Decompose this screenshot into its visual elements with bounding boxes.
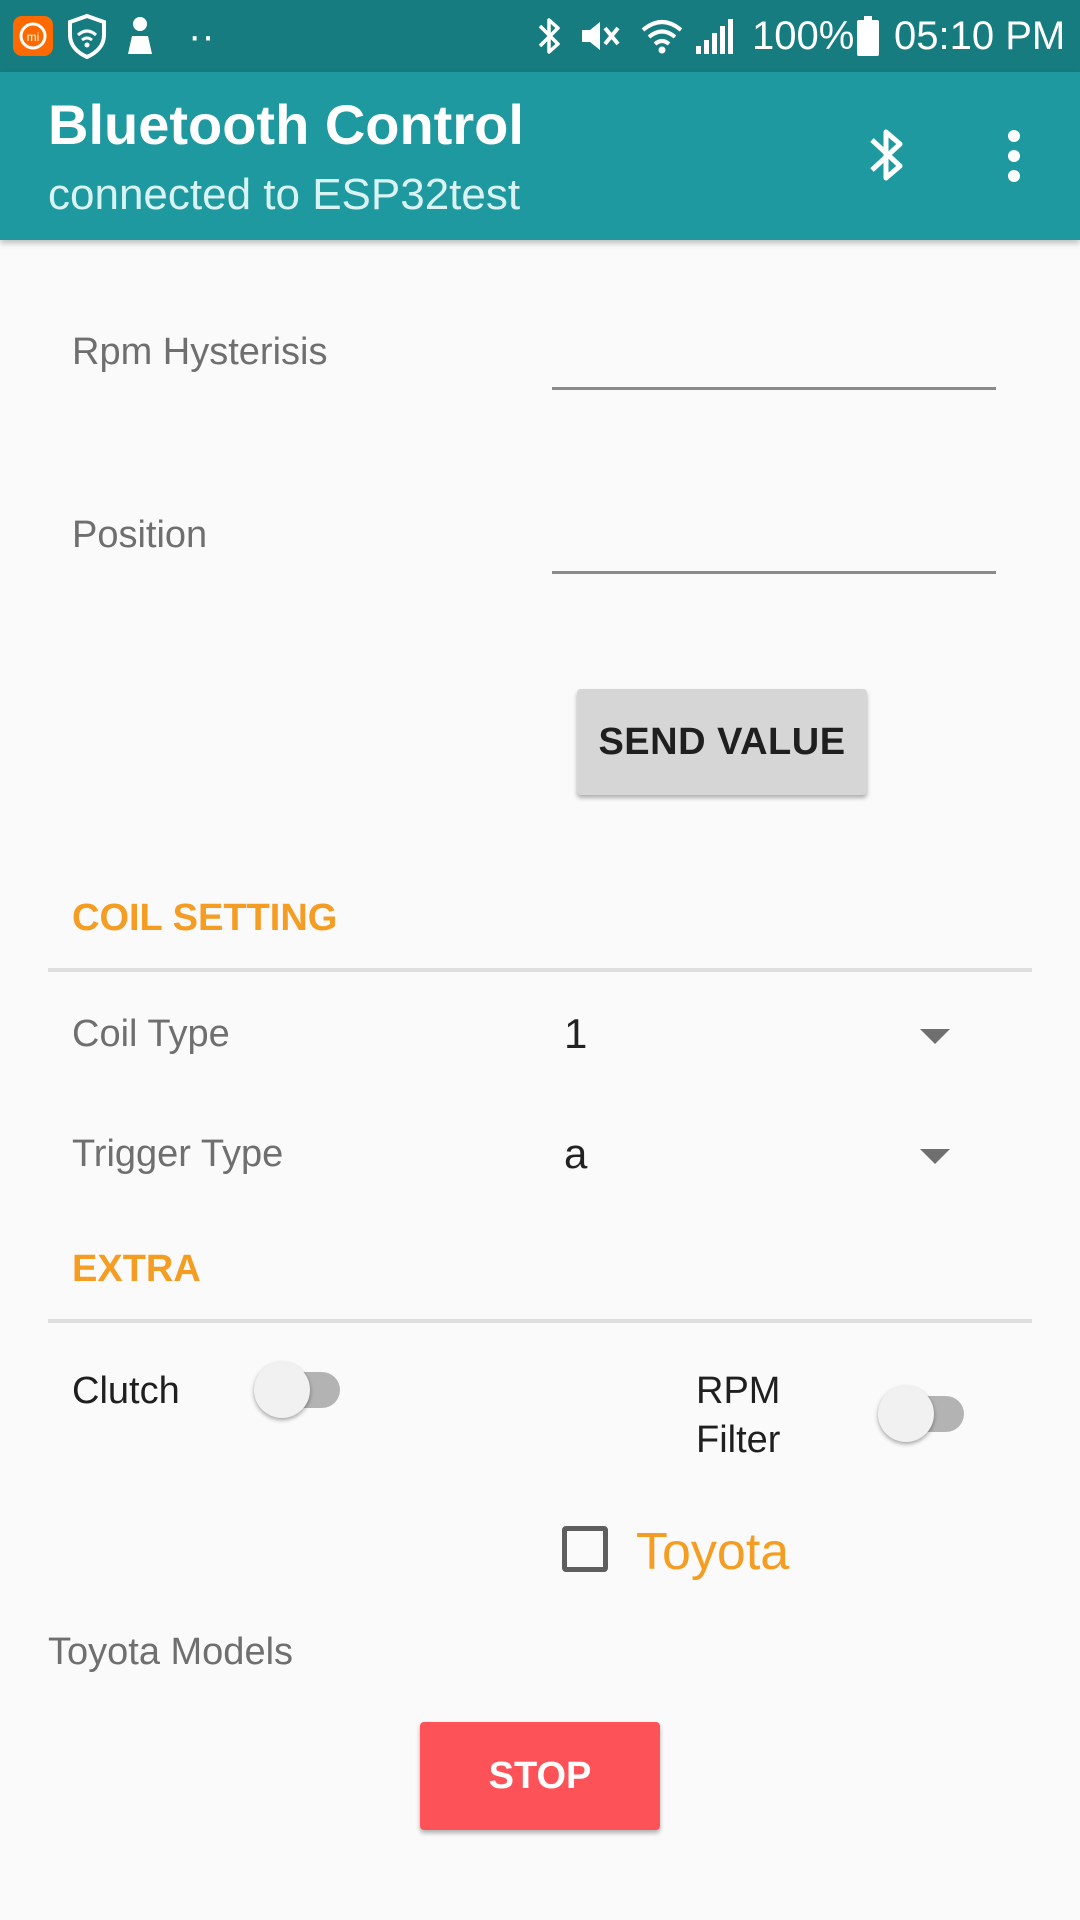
rpm-hysteresis-label: Rpm Hysterisis [72,331,328,373]
signal-icon [694,0,734,72]
clutch-label: Clutch [72,1370,180,1412]
trigger-type-label: Trigger Type [72,1133,284,1175]
extra-header: EXTRA [72,1248,201,1290]
position-label: Position [72,514,208,556]
bluetooth-icon [536,0,564,72]
svg-text:mi: mi [27,30,40,44]
position-underline [552,571,996,574]
rpm-filter-label-line1: RPM [696,1370,781,1412]
wifi-icon [640,0,684,72]
clutch-switch-thumb [254,1362,310,1418]
toyota-checkbox[interactable] [562,1526,608,1572]
rpm-filter-label: RPM Filter [696,1367,780,1465]
extra-divider [48,1319,1032,1323]
battery-percent: 100% [752,14,855,58]
position-input[interactable] [552,504,996,574]
more-vert-icon[interactable] [998,128,1030,189]
coil-type-label: Coil Type [72,1013,230,1055]
coil-setting-divider [48,968,1032,972]
clutch-switch[interactable] [252,1360,352,1422]
shield-wifi-icon [66,0,108,72]
chevron-down-icon [920,1149,950,1164]
mi-app-icon: mi [12,0,54,72]
rpm-hysteresis-input[interactable] [552,320,996,390]
mute-vibrate-icon [578,0,622,72]
trigger-type-spinner[interactable]: a [552,1116,972,1196]
trigger-type-value: a [564,1130,588,1177]
toyota-models-label: Toyota Models [48,1631,294,1673]
app-bar: Bluetooth Control connected to ESP32test [0,72,1080,240]
send-value-button[interactable]: SEND VALUE [577,689,867,795]
coil-type-spinner[interactable]: 1 [552,996,972,1076]
status-time: 05:10 PM [894,14,1066,58]
download-icon [122,0,158,72]
battery-icon [856,0,880,72]
stop-button[interactable]: STOP [420,1722,660,1830]
rpm-filter-label-line2: Filter [696,1419,781,1461]
status-bar: mi ·· 100% 05:10 PM [0,0,1080,72]
notification-dots: ·· [188,14,215,58]
rpm-filter-switch-thumb [878,1386,934,1442]
rpm-filter-switch[interactable] [876,1384,976,1446]
rpm-hysteresis-underline [552,387,996,390]
app-title: Bluetooth Control [48,93,524,156]
chevron-down-icon [920,1029,950,1044]
coil-type-value: 1 [564,1010,588,1057]
bluetooth-icon[interactable] [866,122,908,193]
connection-subtitle: connected to ESP32test [48,170,521,219]
coil-setting-header: COIL SETTING [72,897,338,939]
toyota-checkbox-label[interactable]: Toyota [636,1522,789,1582]
